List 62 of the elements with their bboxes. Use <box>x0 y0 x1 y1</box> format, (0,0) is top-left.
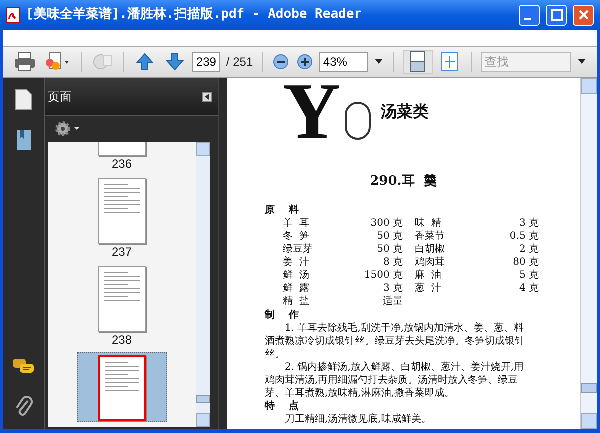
quantity: 0.5 克 <box>508 230 539 242</box>
quantity: 50 克 <box>376 230 403 242</box>
ingredient-name: 葱 汁 <box>415 282 442 294</box>
feature-text: 刀工精细,汤清微见底,味咸鲜美。 <box>284 412 432 426</box>
page-total: / 251 <box>226 54 254 71</box>
ingredient-name: 绿豆芽 <box>283 242 314 256</box>
section-label: 制 作 <box>265 308 300 322</box>
quantity: 50 克 <box>376 242 403 256</box>
page-thumbnail[interactable] <box>77 352 167 422</box>
ingredient-name: 精 盐 <box>283 294 310 308</box>
ingredient-name: 麻 油 <box>415 268 442 282</box>
search-field[interactable]: 查找 <box>481 52 572 72</box>
maximize-icon <box>550 9 562 21</box>
section-label: 原 料 <box>265 204 300 216</box>
instruction-paragraph: 1. 羊耳去除残毛,刮洗干净,放锅内加清水、姜、葱、料酒煮熟凉冷切成银针丝。绿豆芽去头尾洗净。冬笋切成银针丝。 <box>265 322 526 360</box>
minimize-button[interactable] <box>519 4 540 26</box>
page-thumbnail[interactable]: 236 <box>77 142 167 172</box>
page-number: 236 <box>112 156 132 172</box>
page-thumbnail[interactable]: 238 <box>77 264 167 348</box>
page-number-field[interactable]: 239 <box>192 52 220 72</box>
ingredient-name: 鸡肉茸 <box>415 256 446 268</box>
scrollbar[interactable] <box>580 78 597 429</box>
ingredient-name: 鲜 汤 <box>283 268 310 282</box>
quantity: 3 克 <box>382 282 403 294</box>
quantity: 300 克 <box>370 216 403 230</box>
quantity: 适量 <box>382 294 403 308</box>
pdf-file-icon <box>6 7 20 23</box>
quantity: 5 克 <box>518 268 539 282</box>
window-title: [美味全羊菜谱].潘胜林.扫描版.pdf - Adobe Reader <box>26 6 364 24</box>
instruction-paragraph: 2. 锅内掺鲜汤,放入鲜露、白胡椒、葱汁、姜汁烧开,用鸡肉茸清汤,再用细漏勺打去杂质。汤清时放入冬笋、绿豆芽、羊耳煮熟,放味精,淋麻油,撒香菜即成。 <box>265 360 526 400</box>
zoom-field[interactable]: 43% <box>319 52 368 72</box>
section-label: 特 点 <box>265 400 300 412</box>
quantity: 80 克 <box>512 256 539 268</box>
ingredient-name: 鲜 露 <box>283 282 310 294</box>
collapse-button[interactable] <box>202 92 212 102</box>
ingredient-name: 冬 笋 <box>283 230 310 242</box>
scrollbar[interactable] <box>196 142 210 427</box>
page-number: 237 <box>112 244 132 260</box>
close-button[interactable] <box>573 4 594 26</box>
ingredient-name: 姜 汁 <box>283 256 310 268</box>
quantity: 2 克 <box>518 242 539 256</box>
quantity: 4 克 <box>518 282 539 294</box>
fit-page-icon[interactable] <box>403 50 433 74</box>
quantity: 1500 克 <box>363 268 403 282</box>
quantity: 8 克 <box>382 256 403 268</box>
page-number: 238 <box>112 332 132 348</box>
recipe-title: 290.耳 羹 <box>369 173 438 191</box>
page-thumbnail[interactable]: 237 <box>77 176 167 260</box>
print-icon[interactable] <box>13 50 37 74</box>
quantity: 3 克 <box>518 216 539 230</box>
ingredient-name: 味 精 <box>415 216 442 230</box>
minimize-icon <box>524 18 530 20</box>
maximize-button[interactable] <box>546 4 567 26</box>
ingredient-name: 香菜节 <box>415 230 446 242</box>
panel-title: 页面 <box>48 88 73 106</box>
close-icon <box>578 10 588 20</box>
ingredient-name: 羊 耳 <box>283 216 310 230</box>
triangle-icon <box>204 94 210 100</box>
emblem-drawing <box>344 102 371 140</box>
decorative-initial: Y <box>283 78 341 150</box>
section-heading: 汤菜类 <box>380 101 429 123</box>
ingredient-name: 白胡椒 <box>415 242 446 256</box>
